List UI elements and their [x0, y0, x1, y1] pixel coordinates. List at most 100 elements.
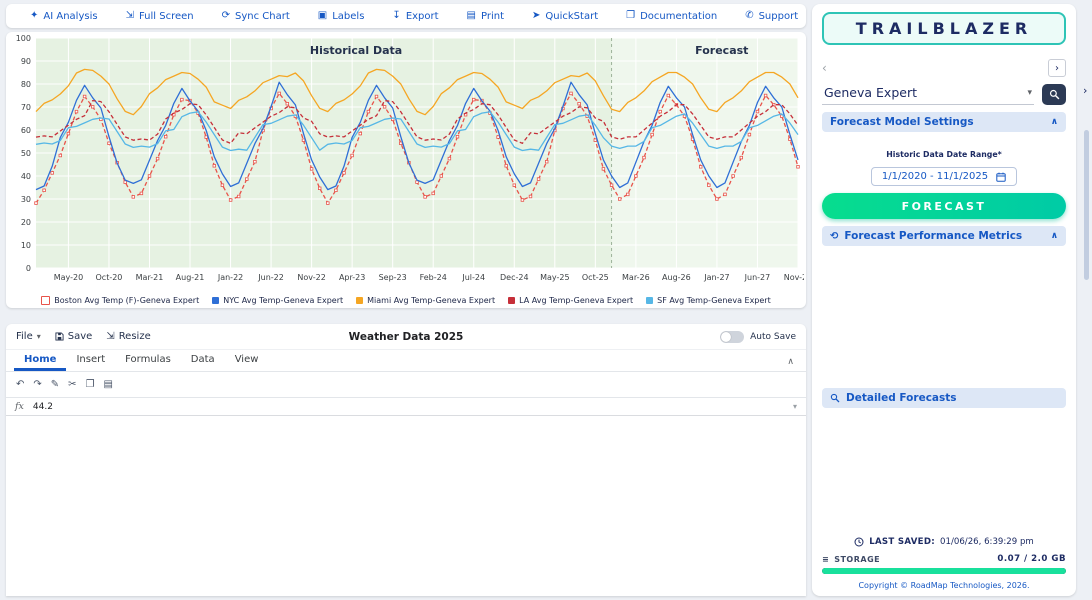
documentation-icon: ❐: [626, 11, 635, 21]
cut-icon[interactable]: ✂: [68, 380, 76, 390]
chevron-down-icon: ▾: [37, 332, 41, 341]
toolbar-item-label: Support: [759, 11, 799, 22]
copyright: Copyright © RoadMap Technologies, 2026.: [822, 581, 1066, 590]
toolbar-item-full-screen[interactable]: ⇲Full Screen: [126, 11, 194, 22]
date-range-input[interactable]: 1/1/2020 - 11/1/2025: [871, 167, 1017, 186]
legend-label: LA Avg Temp-Geneva Expert: [519, 296, 633, 305]
x-tick-label: Aug-26: [662, 273, 691, 282]
quickstart-icon: ➤: [532, 11, 540, 21]
forecast-model-select[interactable]: Geneva Expert ▾: [822, 84, 1034, 105]
nav-forward-icon[interactable]: ›: [1048, 59, 1066, 77]
metrics-section-title: Forecast Performance Metrics: [844, 230, 1022, 242]
x-tick-label: Jan-27: [703, 273, 729, 282]
model-select-row: Geneva Expert ▾: [822, 84, 1066, 105]
formula-value[interactable]: 44.2: [33, 402, 784, 412]
legend-label: NYC Avg Temp-Geneva Expert: [223, 296, 343, 305]
series-marker: [359, 132, 362, 135]
date-range-label: Historic Data Date Range*: [822, 150, 1066, 159]
legend-item-la-avg-temp-geneva-expert[interactable]: LA Avg Temp-Geneva Expert: [508, 296, 633, 305]
series-marker: [67, 132, 70, 135]
toolbar-item-support[interactable]: ✆Support: [745, 11, 798, 22]
model-search-button[interactable]: [1042, 84, 1066, 105]
series-marker: [635, 175, 638, 178]
x-tick-label: Oct-25: [582, 273, 609, 282]
series-marker: [797, 166, 800, 169]
legend-item-boston-avg-temp-f-geneva-expert[interactable]: Boston Avg Temp (F)-Geneva Expert: [41, 296, 199, 305]
formula-expand-icon[interactable]: ▾: [793, 402, 797, 411]
search-icon: [830, 393, 840, 403]
tab-home[interactable]: Home: [14, 351, 66, 371]
clock-icon: [854, 537, 864, 547]
redo-icon[interactable]: ↷: [33, 380, 41, 390]
file-menu-button[interactable]: File ▾: [16, 331, 41, 342]
toolbar-item-ai-analysis[interactable]: ✦AI Analysis: [30, 11, 98, 22]
nav-back-icon[interactable]: ‹: [822, 61, 827, 75]
y-tick-label: 60: [21, 126, 31, 135]
paint-format-icon[interactable]: ✎: [51, 380, 59, 390]
x-tick-label: Apr-23: [339, 273, 365, 282]
spreadsheet-grid[interactable]: [6, 416, 806, 596]
series-marker: [570, 92, 573, 95]
x-tick-label: Sep-23: [379, 273, 407, 282]
series-marker: [708, 184, 711, 187]
tab-insert[interactable]: Insert: [66, 351, 115, 371]
series-marker: [748, 133, 751, 136]
settings-section-header[interactable]: Forecast Model Settings ∧: [822, 112, 1066, 132]
storage-section: ≡ STORAGE 0.07 / 2.0 GB: [822, 554, 1066, 574]
autosave-label: Auto Save: [750, 332, 796, 342]
panel-expand-icon[interactable]: ›: [1083, 84, 1087, 97]
toolbar-item-print[interactable]: ▤Print: [467, 11, 504, 22]
series-marker: [35, 202, 38, 205]
scrollbar-thumb[interactable]: [1084, 130, 1089, 280]
save-button[interactable]: Save: [55, 331, 93, 342]
forecast-button[interactable]: FORECAST: [822, 193, 1066, 219]
legend-item-sf-avg-temp-geneva-expert[interactable]: SF Avg Temp-Geneva Expert: [646, 296, 771, 305]
series-marker: [618, 198, 621, 201]
y-tick-label: 70: [21, 103, 31, 112]
toolbar-item-quickstart[interactable]: ➤ QuickStart: [532, 11, 598, 22]
resize-button[interactable]: ⇲ Resize: [106, 331, 150, 342]
series-marker: [318, 187, 321, 190]
metrics-body: [822, 253, 1066, 381]
toolbar-item-export[interactable]: ↧Export: [392, 11, 438, 22]
autosave-toggle[interactable]: [720, 331, 744, 343]
toolbar-item-labels[interactable]: ▣Labels: [318, 11, 365, 22]
copy-icon[interactable]: ❐: [86, 380, 95, 390]
legend-swatch: [356, 297, 363, 304]
legend-item-miami-avg-temp-geneva-expert[interactable]: Miami Avg Temp-Geneva Expert: [356, 296, 495, 305]
y-tick-label: 50: [21, 149, 31, 158]
y-tick-label: 90: [21, 57, 31, 66]
legend-item-nyc-avg-temp-geneva-expert[interactable]: NYC Avg Temp-Geneva Expert: [212, 296, 343, 305]
series-marker: [156, 157, 159, 160]
series-marker: [529, 195, 532, 198]
series-marker: [732, 175, 735, 178]
series-marker: [221, 184, 224, 187]
toolbar-item-sync-chart[interactable]: ⟳Sync Chart: [222, 11, 290, 22]
legend-swatch: [646, 297, 653, 304]
detailed-forecasts-header[interactable]: Detailed Forecasts: [822, 388, 1066, 408]
series-marker: [124, 181, 127, 184]
toolbar-item-documentation[interactable]: ❐Documentation: [626, 11, 717, 22]
formula-bar[interactable]: fx 44.2 ▾: [6, 398, 806, 416]
series-marker: [205, 136, 208, 139]
tab-data[interactable]: Data: [181, 351, 225, 371]
toolbar-item-label: Full Screen: [139, 11, 194, 22]
forecast-chart[interactable]: 0102030405060708090100May-20Oct-20Mar-21…: [6, 32, 804, 286]
toolbar-item-label: QuickStart: [545, 11, 598, 22]
metrics-section-header[interactable]: ⟲ Forecast Performance Metrics ∧: [822, 226, 1066, 246]
undo-icon[interactable]: ↶: [16, 380, 24, 390]
series-marker: [148, 175, 151, 178]
series-marker: [351, 154, 354, 157]
tab-view[interactable]: View: [225, 351, 269, 371]
tab-formulas[interactable]: Formulas: [115, 351, 181, 371]
x-tick-label: Jun-22: [257, 273, 284, 282]
legend-swatch: [41, 296, 50, 305]
x-tick-label: Nov-27: [784, 273, 804, 282]
chevron-up-icon: ∧: [1051, 117, 1058, 127]
paste-icon[interactable]: ▤: [104, 380, 113, 390]
ribbon-collapse-icon[interactable]: ∧: [787, 357, 794, 367]
right-panel: TRAILBLAZER ‹ › Geneva Expert ▾ Forecast…: [812, 4, 1076, 596]
y-tick-label: 30: [21, 195, 31, 204]
model-category-nav: ‹ ›: [822, 59, 1066, 77]
series-marker: [424, 196, 427, 199]
